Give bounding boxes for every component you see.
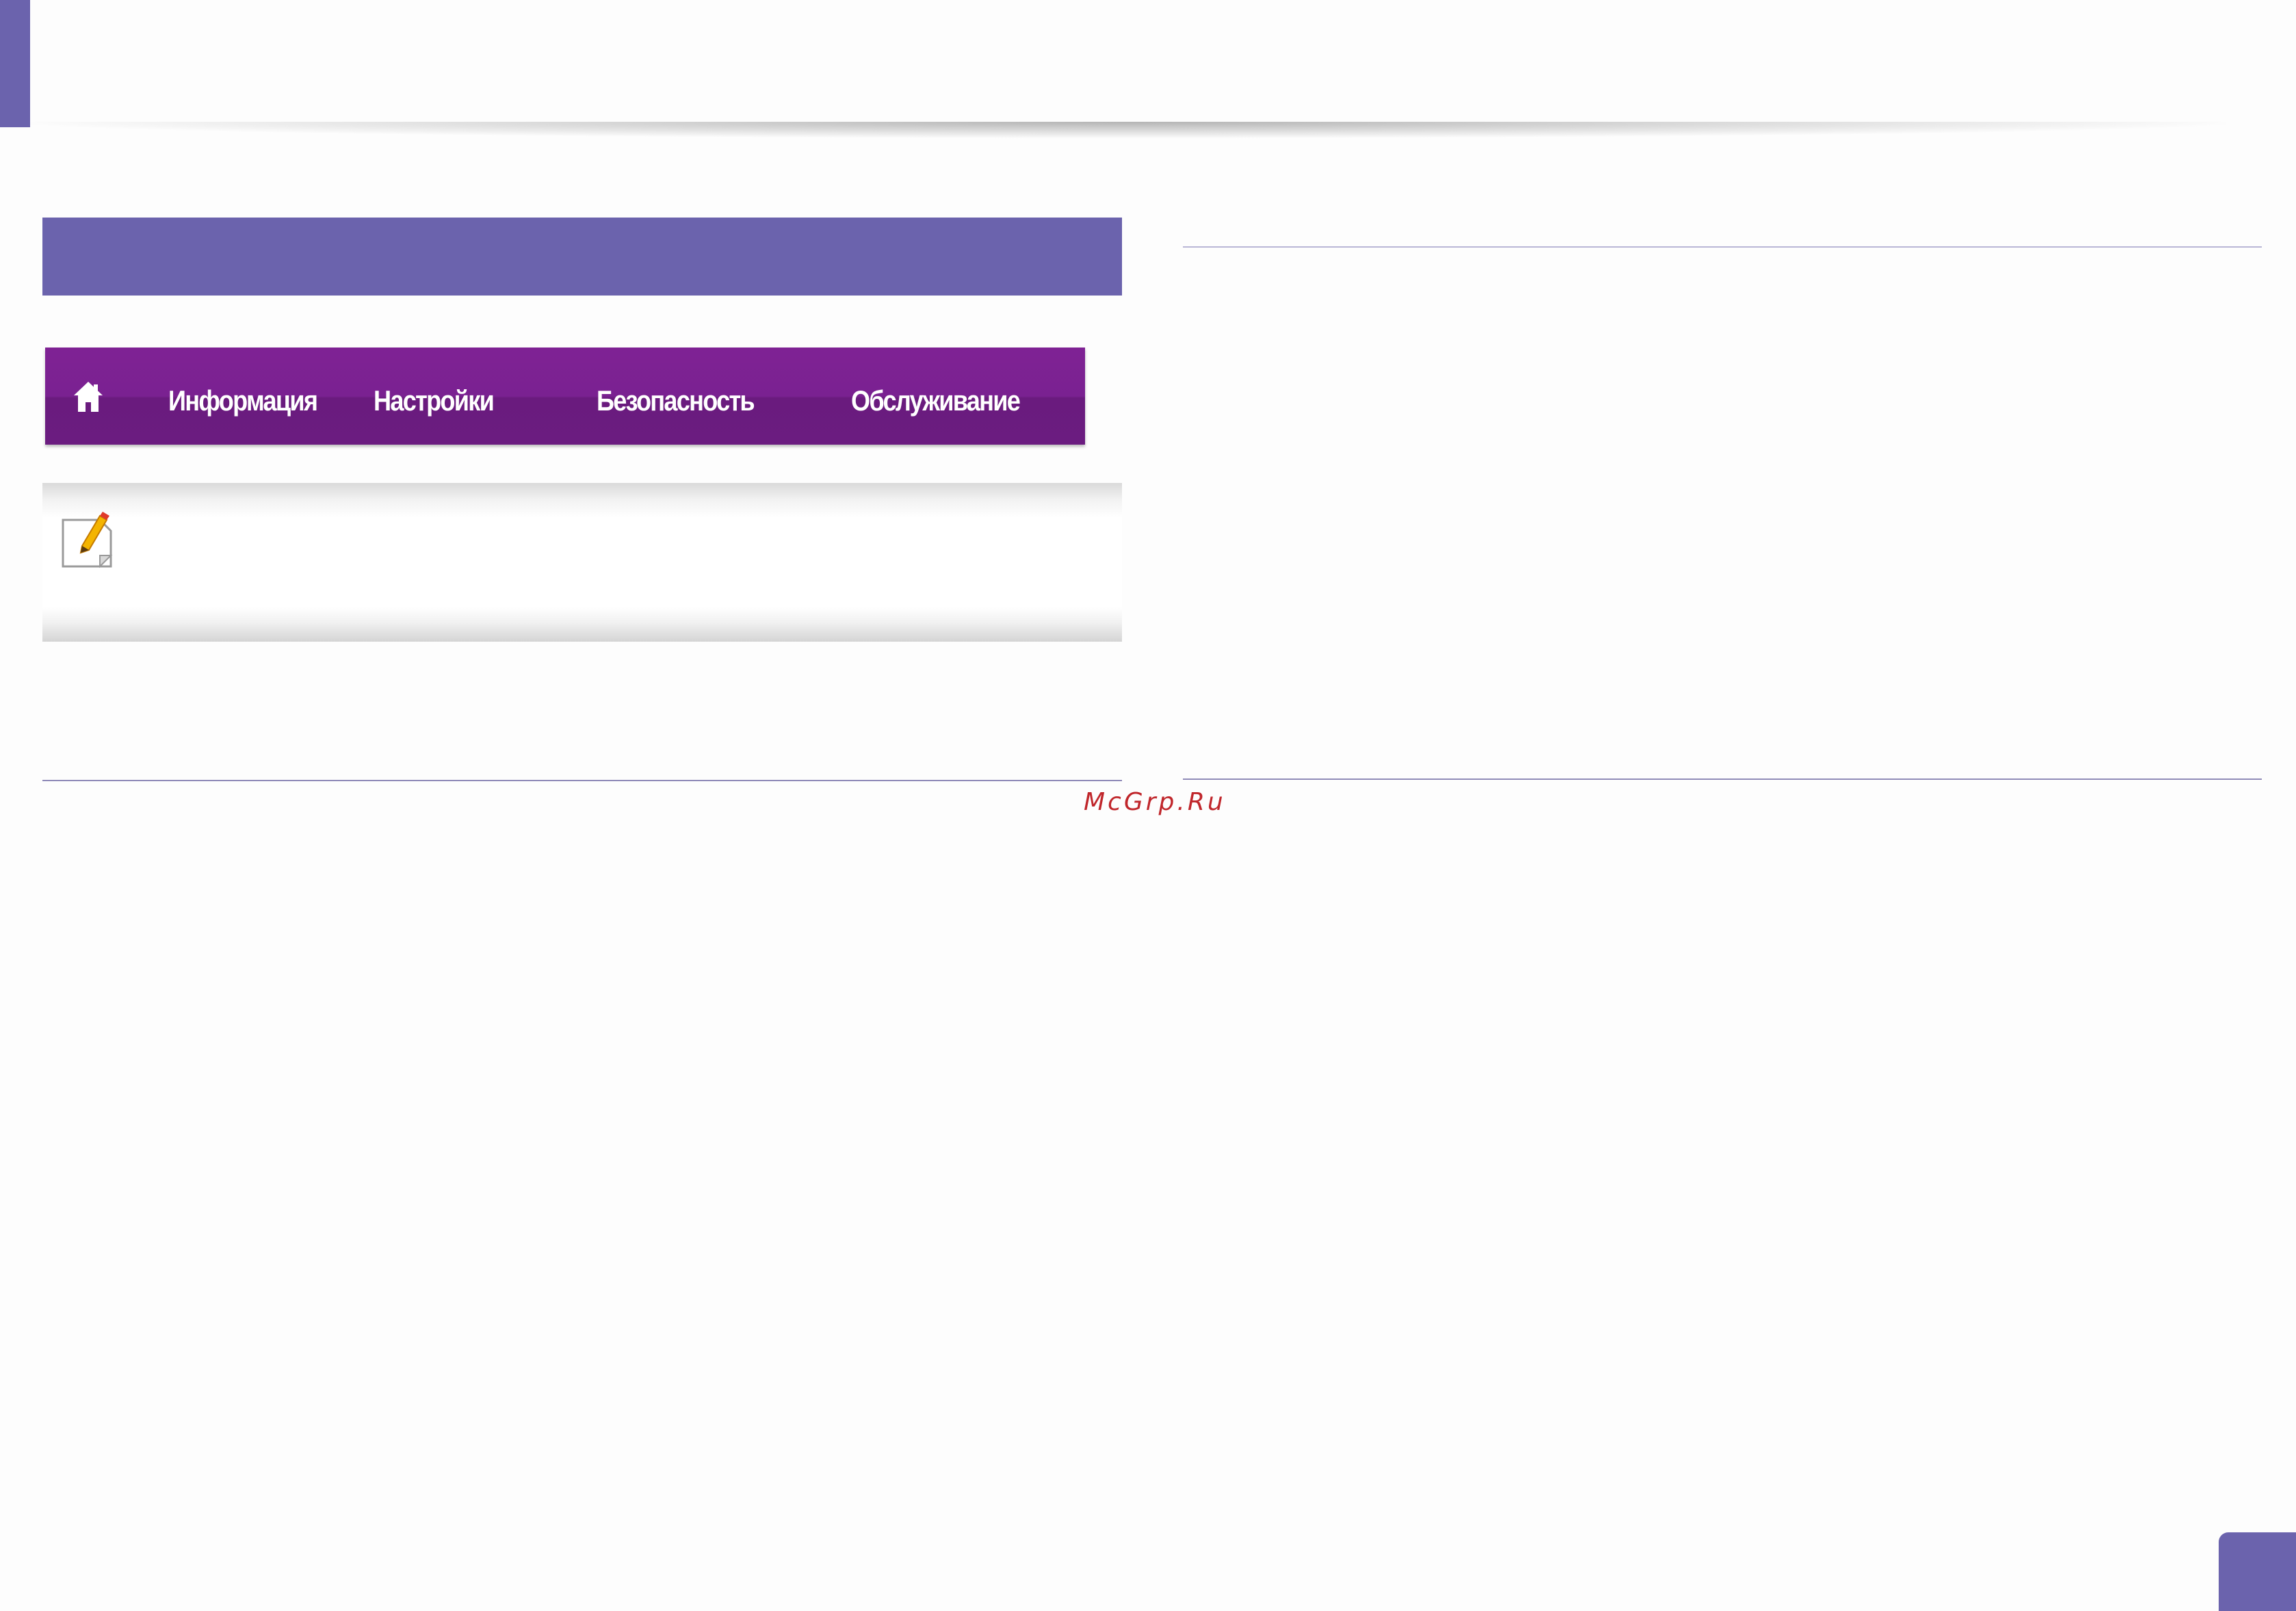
page-number-tab (2219, 1532, 2296, 1611)
header-divider (30, 122, 2226, 138)
watermark-text: McGrp.Ru (1084, 788, 1226, 816)
web-service-nav-bar: Информация Настройки Безопасность Обслуж… (45, 348, 1085, 445)
note-box (42, 483, 1122, 642)
section-heading-bar (42, 218, 1122, 296)
column-bottom-rule-right (1183, 778, 2262, 780)
nav-item-security[interactable]: Безопасность (597, 348, 755, 445)
note-pencil-icon (59, 509, 116, 572)
column-bottom-rule-left (42, 780, 1122, 781)
chapter-tab (0, 0, 30, 127)
home-icon[interactable] (73, 380, 104, 413)
manual-page: Информация Настройки Безопасность Обслуж… (0, 0, 2296, 1611)
nav-item-information[interactable]: Информация (168, 348, 318, 445)
nav-item-maintenance[interactable]: Обслуживание (851, 348, 1021, 445)
nav-item-settings[interactable]: Настройки (374, 348, 495, 445)
right-column-rule (1183, 246, 2262, 248)
